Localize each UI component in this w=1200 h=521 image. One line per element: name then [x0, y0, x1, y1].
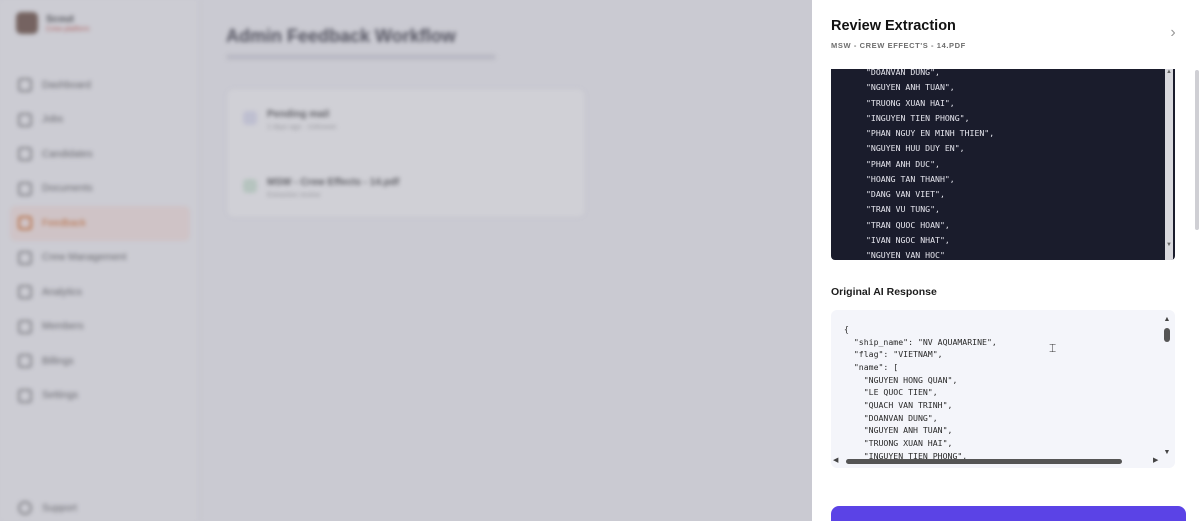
code-line: "TRAN QUOC HOAN",	[866, 219, 950, 230]
scroll-up-arrow-icon[interactable]: ▲	[1163, 316, 1171, 323]
modal-backdrop[interactable]	[0, 0, 812, 521]
scroll-left-arrow-icon[interactable]: ◀	[833, 456, 838, 464]
code-line: "TRUONG XUAN HAI",	[844, 437, 953, 448]
code-line: "name": [	[844, 361, 899, 372]
review-extraction-drawer: Review Extraction MSW - CREW EFFECT'S - …	[812, 0, 1200, 521]
code-line: "ship_name": "NV AQUAMARINE",	[844, 336, 997, 347]
code-line: "QUACH VAN TRINH",	[844, 399, 953, 410]
code-line: "INGUYEN TIEN PHONG",	[866, 112, 970, 123]
scroll-down-arrow-icon[interactable]: ▼	[1165, 242, 1173, 248]
original-ai-response-text: { "ship_name": "NV AQUAMARINE", "flag": …	[844, 323, 997, 462]
editor-scrollbar[interactable]: ▲ ▼	[1165, 69, 1173, 260]
code-line: "IVAN NGOC NHAT",	[866, 234, 950, 245]
scroll-up-arrow-icon[interactable]: ▲	[1165, 69, 1173, 75]
code-line: "DANG VAN VIET",	[866, 189, 945, 199]
code-line: "DOANVAN DUNG",	[866, 69, 940, 77]
code-line: "NGUYEN HONG QUAN",	[844, 374, 958, 385]
code-line: "DOANVAN DUNG",	[844, 412, 938, 423]
code-line: "flag": "VIETNAM",	[844, 349, 943, 360]
drawer-scrollbar[interactable]	[1195, 70, 1199, 270]
scroll-thumb[interactable]	[1164, 328, 1170, 342]
scroll-down-arrow-icon[interactable]: ▼	[1163, 449, 1171, 456]
code-line: "NGUYEN VAN HOC"	[866, 250, 945, 260]
code-line: "NGUYEN HUU DUY EN",	[866, 143, 965, 154]
original-ai-response-box[interactable]: { "ship_name": "NV AQUAMARINE", "flag": …	[831, 310, 1175, 468]
response-horizontal-scrollbar[interactable]: ◀ ▶	[833, 456, 1163, 466]
code-line: {	[844, 324, 849, 334]
drawer-title: Review Extraction	[831, 18, 956, 34]
chevron-right-icon[interactable]: ›	[1164, 24, 1182, 42]
code-line: "NGUYEN ANH TUAN",	[866, 82, 955, 93]
code-line: "PHAN NGUY EN MINH THIEN",	[866, 128, 995, 138]
code-line: "TRUONG XUAN HAI",	[866, 97, 955, 108]
extracted-data-text: "DOANVAN DUNG", "NGUYEN ANH TUAN", "TRUONG…	[866, 69, 994, 260]
scroll-right-arrow-icon[interactable]: ▶	[1153, 456, 1158, 464]
code-line: "TRAN VU TUNG",	[866, 204, 940, 215]
mouse-cursor-icon: ⌶	[1049, 341, 1057, 355]
primary-action-button[interactable]	[831, 506, 1186, 521]
original-ai-response-label: Original AI Response	[831, 286, 937, 298]
code-line: "HOANG TAN THANH",	[866, 173, 955, 184]
code-line: "PHAM ANH DUC",	[866, 158, 940, 169]
document-name: MSW - CREW EFFECT'S - 14.PDF	[831, 41, 966, 50]
extracted-data-editor[interactable]: "DOANVAN DUNG", "NGUYEN ANH TUAN", "TRUONG…	[831, 69, 1175, 260]
response-vertical-scrollbar[interactable]: ▲ ▼	[1163, 316, 1171, 456]
code-line: "NGUYEN ANH TUAN",	[844, 425, 953, 436]
scroll-thumb[interactable]	[846, 459, 1122, 464]
code-line: "LE QUOC TIEN",	[844, 387, 938, 398]
